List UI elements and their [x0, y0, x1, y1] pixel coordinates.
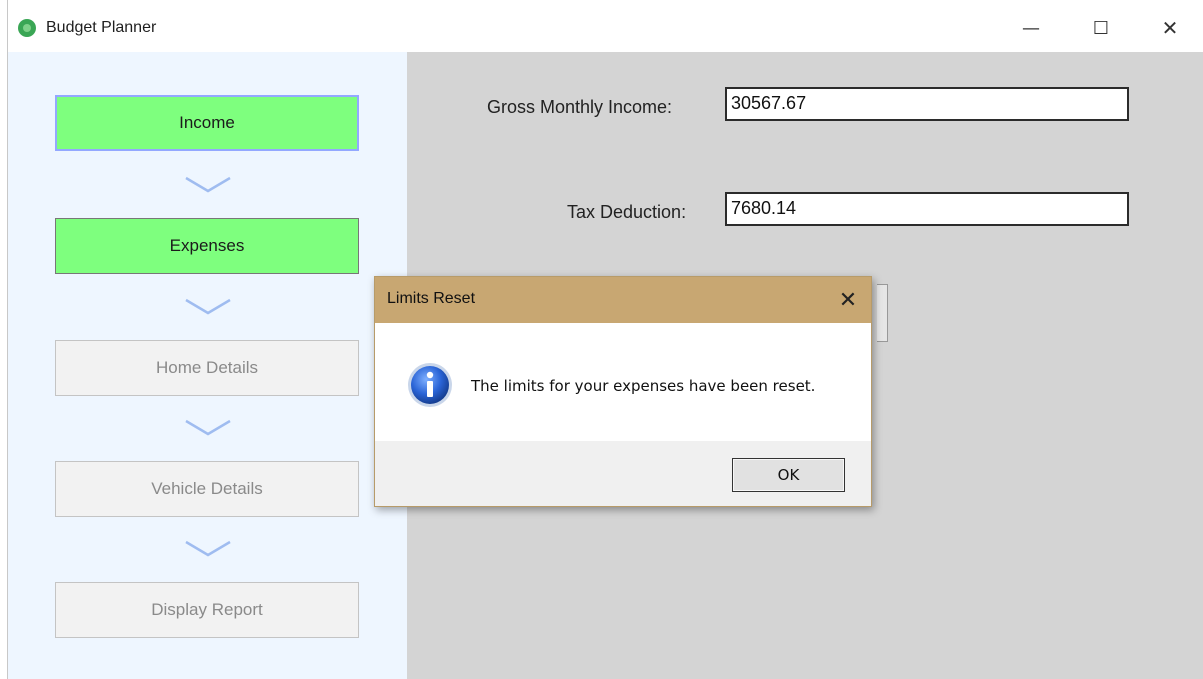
chevron-down-icon [185, 298, 231, 315]
gross-income-field[interactable]: 30567.67 [725, 87, 1129, 121]
step-home-details-button[interactable]: Home Details [55, 340, 359, 396]
maximize-button[interactable]: ☐ [1078, 8, 1124, 48]
step-vehicle-details-button[interactable]: Vehicle Details [55, 461, 359, 517]
info-icon [408, 363, 452, 407]
chevron-down-icon [185, 419, 231, 436]
chevron-down-icon [185, 176, 231, 193]
tax-deduction-label: Tax Deduction: [567, 202, 687, 222]
obscured-button[interactable] [877, 284, 888, 342]
dialog-close-button[interactable]: ✕ [831, 283, 865, 317]
dialog-body: The limits for your expenses have been r… [375, 323, 871, 441]
title-bar: Budget Planner — ☐ ✕ [8, 0, 1203, 52]
dialog-title: Limits Reset [387, 290, 476, 307]
ok-button[interactable]: OK [732, 458, 845, 492]
limits-reset-dialog: Limits Reset ✕ The limits for your expen… [374, 276, 872, 507]
tax-deduction-field[interactable]: 7680.14 [725, 192, 1129, 226]
close-button[interactable]: ✕ [1147, 8, 1193, 48]
chevron-down-icon [185, 540, 231, 557]
app-window: Budget Planner — ☐ ✕ Income Expenses Hom… [8, 0, 1203, 679]
gross-income-label: Gross Monthly Income: [487, 97, 673, 117]
step-expenses-button[interactable]: Expenses [55, 218, 359, 274]
app-logo-icon [18, 19, 36, 37]
window-title: Budget Planner [46, 19, 157, 36]
dialog-message: The limits for your expenses have been r… [471, 377, 816, 395]
step-income-button[interactable]: Income [55, 95, 359, 151]
minimize-button[interactable]: — [1008, 8, 1054, 48]
step-display-report-button[interactable]: Display Report [55, 582, 359, 638]
sidebar: Income Expenses Home Details Vehicle Det… [8, 52, 407, 679]
dialog-title-bar: Limits Reset ✕ [375, 277, 871, 323]
dialog-footer: OK [375, 441, 871, 506]
